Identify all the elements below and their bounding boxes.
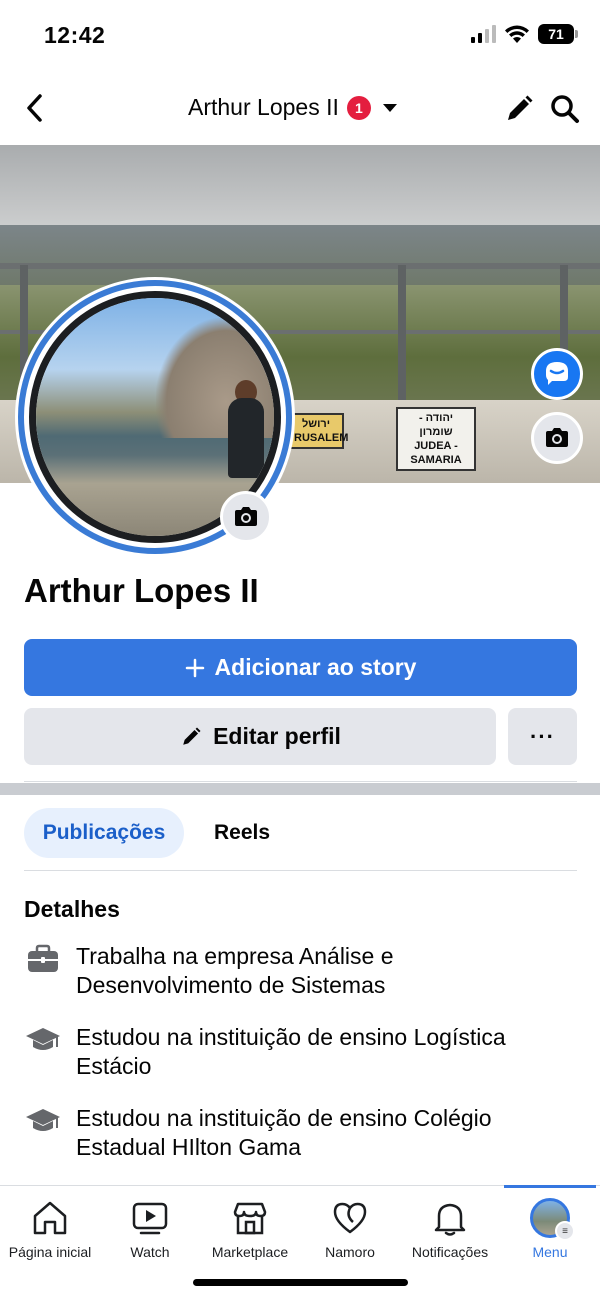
- add-to-story-label: Adicionar ao story: [214, 654, 417, 680]
- edit-profile-button[interactable]: Editar perfil: [24, 708, 496, 765]
- avatar-button[interactable]: [531, 348, 583, 400]
- chevron-down-icon: [382, 103, 397, 112]
- cover-sign-jerusalem: ירושל RUSALEM: [288, 413, 348, 449]
- tab-posts[interactable]: Publicações: [24, 808, 184, 858]
- edit-profile-label: Editar perfil: [213, 723, 341, 749]
- more-dots-icon: ···: [530, 723, 555, 749]
- detail-text: Estudou na instituição de ensino Colégio…: [76, 1105, 492, 1160]
- watch-icon: [132, 1202, 168, 1235]
- nav-item-marketplace[interactable]: Marketplace: [200, 1198, 300, 1260]
- divider: [24, 870, 577, 871]
- edit-cover-photo-button[interactable]: [531, 412, 583, 464]
- profile-photo-person: [228, 398, 264, 478]
- dating-heart-icon: [333, 1202, 367, 1234]
- status-icons: 71: [471, 24, 578, 44]
- nav-label: Watch: [130, 1244, 170, 1260]
- edit-button[interactable]: [502, 92, 536, 126]
- add-to-story-button[interactable]: Adicionar ao story: [24, 639, 577, 696]
- home-indicator: [193, 1279, 408, 1286]
- cover-sign-judea: יהודה - שומרון JUDEA - SAMARIA: [396, 407, 476, 471]
- tab-reels[interactable]: Reels: [200, 808, 284, 858]
- plus-icon: [185, 658, 204, 677]
- nav-item-menu[interactable]: ≡ Menu: [500, 1198, 600, 1260]
- detail-text: Estudou na instituição de ensino Logísti…: [76, 1024, 506, 1079]
- nav-item-notifications[interactable]: Notificações: [400, 1198, 500, 1260]
- battery-icon: 71: [538, 24, 578, 44]
- profile-switcher[interactable]: Arthur Lopes II 1: [188, 94, 397, 121]
- search-button[interactable]: [548, 92, 582, 126]
- avatar-icon: [546, 362, 568, 385]
- detail-text: Trabalha na empresa Análise e Desenvolvi…: [76, 943, 394, 998]
- profile-name: Arthur Lopes II: [24, 572, 259, 609]
- pencil-icon: [508, 95, 533, 120]
- bell-icon: [434, 1203, 466, 1236]
- details-heading: Detalhes: [24, 896, 120, 922]
- profile-header: Arthur Lopes II 1: [0, 80, 600, 136]
- graduation-cap-icon: [26, 1109, 60, 1131]
- menu-avatar-icon: ≡: [530, 1198, 575, 1241]
- more-options-button[interactable]: ···: [508, 708, 577, 765]
- camera-icon: [235, 507, 257, 526]
- nav-label: Menu: [532, 1244, 568, 1260]
- nav-item-dating[interactable]: Namoro: [300, 1198, 400, 1260]
- hamburger-icon: ≡: [555, 1221, 575, 1241]
- chevron-left-icon: [27, 94, 42, 122]
- marketplace-icon: [233, 1202, 267, 1235]
- back-button[interactable]: [20, 90, 50, 126]
- wifi-icon: [505, 25, 529, 43]
- cover-railing-post: [398, 265, 406, 415]
- nav-label: Marketplace: [211, 1244, 289, 1260]
- divider: [24, 781, 577, 782]
- nav-label: Namoro: [325, 1244, 375, 1260]
- search-icon: [551, 95, 579, 123]
- edit-profile-picture-button[interactable]: [220, 491, 272, 543]
- cover-railing: [0, 263, 600, 269]
- detail-item-work: Trabalha na empresa Análise e Desenvolvi…: [24, 942, 584, 1000]
- briefcase-icon: [28, 944, 58, 972]
- pencil-icon: [183, 726, 201, 745]
- nav-label: Notificações: [411, 1244, 489, 1260]
- home-icon: [33, 1201, 67, 1235]
- notification-badge: 1: [346, 95, 371, 120]
- camera-icon: [546, 428, 568, 447]
- nav-item-home[interactable]: Página inicial: [0, 1198, 100, 1260]
- nav-active-indicator: [504, 1185, 596, 1188]
- nav-label: Página inicial: [8, 1244, 92, 1260]
- cellular-signal-icon: [471, 25, 496, 43]
- nav-item-watch[interactable]: Watch: [100, 1198, 200, 1260]
- detail-item-education: Estudou na instituição de ensino Logísti…: [24, 1023, 584, 1081]
- status-time: 12:42: [44, 22, 106, 48]
- section-divider: [0, 783, 600, 795]
- detail-item-education: Estudou na instituição de ensino Colégio…: [24, 1104, 584, 1162]
- graduation-cap-icon: [26, 1028, 60, 1050]
- header-title: Arthur Lopes II: [188, 94, 339, 120]
- status-bar: 12:42 71: [0, 0, 600, 70]
